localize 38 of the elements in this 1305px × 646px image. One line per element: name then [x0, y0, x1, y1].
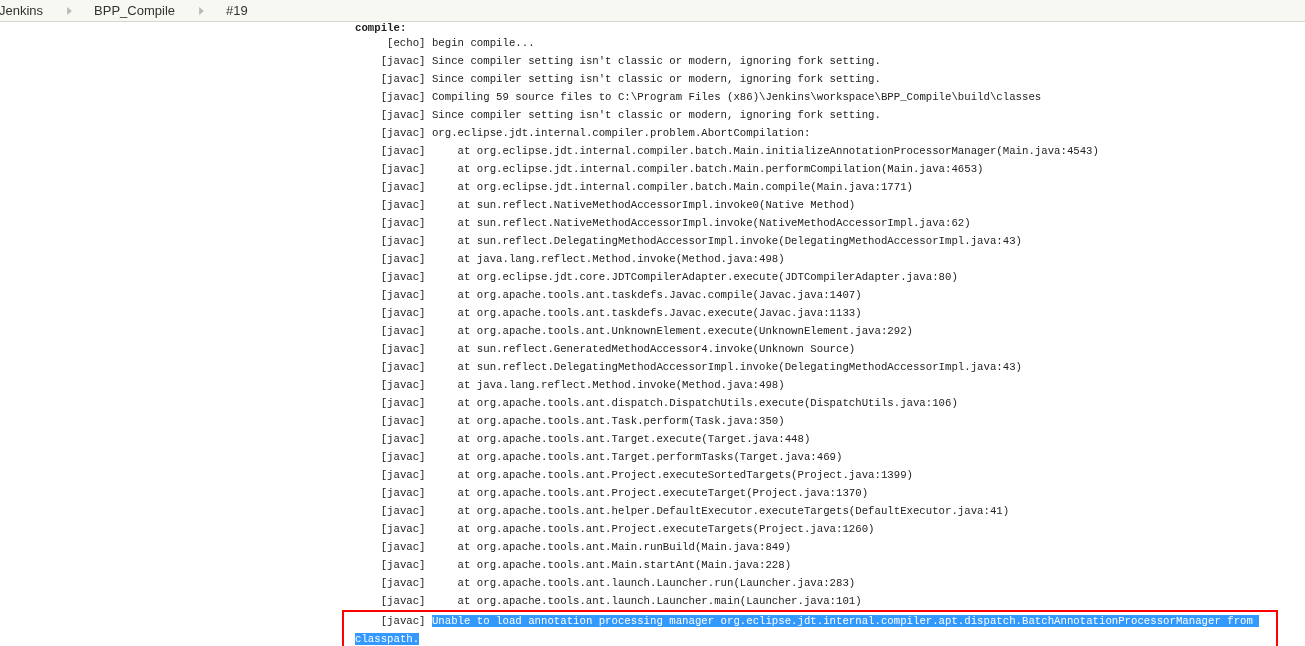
log-line: [javac] org.eclipse.jdt.internal.compiler.problem.AbortCompilation:	[379, 126, 812, 141]
log-line: [javac] at sun.reflect.GeneratedMethodAccessor4.invoke(Unknown Source)	[379, 342, 857, 357]
log-heading: compile:	[355, 22, 408, 34]
log-line: [javac] at org.apache.tools.ant.dispatch.DispatchUtils.execute(DispatchUtils.java:106)	[379, 396, 959, 411]
breadcrumb-link[interactable]: Jenkins	[0, 3, 44, 18]
log-line: [javac] at java.lang.reflect.Method.invoke(Method.java:498)	[379, 378, 786, 393]
log-line: [javac] at org.apache.tools.ant.launch.Launcher.run(Launcher.java:283)	[379, 576, 857, 591]
log-line: [javac] at org.apache.tools.ant.UnknownElement.execute(UnknownElement.java:292)	[379, 324, 914, 339]
breadcrumb-link[interactable]: #19	[226, 3, 248, 18]
log-line: [javac] Compiling 59 source files to C:\Program Files (x86)\Jenkins\workspace\BPP_Compile\build\classes	[379, 90, 1043, 105]
log-line: [javac] at org.apache.tools.ant.Project.executeSortedTargets(Project.java:1399)	[379, 468, 914, 483]
chevron-icon	[67, 6, 73, 15]
log-line: [javac] at org.apache.tools.ant.taskdefs.Javac.execute(Javac.java:1133)	[379, 306, 863, 321]
log-line: [javac] Since compiler setting isn't classic or modern, ignoring fork setting.	[379, 72, 882, 87]
log-line: [javac] at org.apache.tools.ant.Task.perform(Task.java:350)	[379, 414, 786, 429]
breadcrumb-link[interactable]: BPP_Compile	[94, 3, 175, 18]
log-line: [javac] at org.apache.tools.ant.Main.startAnt(Main.java:228)	[379, 558, 793, 573]
log-line: [echo] begin compile...	[386, 36, 536, 51]
log-line: [javac] Since compiler setting isn't classic or modern, ignoring fork setting.	[379, 108, 882, 123]
log-line: [javac] at org.eclipse.jdt.internal.compiler.batch.Main.compile(Main.java:1771)	[379, 180, 914, 195]
log-line: [javac] at org.apache.tools.ant.taskdefs.Javac.compile(Javac.java:1407)	[379, 288, 863, 303]
chevron-icon	[199, 6, 204, 15]
log-line: [javac] at org.apache.tools.ant.helper.DefaultExecutor.executeTargets(DefaultExecutor.java:41)	[379, 504, 1011, 519]
log-line: [javac] Since compiler setting isn't classic or modern, ignoring fork setting.	[379, 54, 882, 69]
log-line: [javac] at org.apache.tools.ant.Target.execute(Target.java:448)	[379, 432, 812, 447]
log-line: [javac] at org.eclipse.jdt.core.JDTCompilerAdapter.execute(JDTCompilerAdapter.java:80)	[379, 270, 959, 285]
log-line: [javac] at sun.reflect.DelegatingMethodAccessorImpl.invoke(DelegatingMethodAccessorImpl.java:43)	[379, 360, 1023, 375]
log-line: [javac] at sun.reflect.DelegatingMethodAccessorImpl.invoke(DelegatingMethodAccessorImpl.java:43)	[379, 234, 1023, 249]
log-line: [javac] at sun.reflect.NativeMethodAccessorImpl.invoke(NativeMethodAccessorImpl.java:62)	[379, 216, 972, 231]
log-line: [javac] at org.apache.tools.ant.Project.executeTargets(Project.java:1260)	[379, 522, 876, 537]
log-line: [javac] at org.eclipse.jdt.internal.compiler.batch.Main.initializeAnnotationProcessorManager(Main.java:4543)	[379, 144, 1100, 159]
log-line: [javac] at sun.reflect.NativeMethodAccessorImpl.invoke0(Native Method)	[379, 198, 857, 213]
log-line: [javac] at org.apache.tools.ant.Main.runBuild(Main.java:849)	[379, 540, 793, 555]
log-line: [javac] at org.apache.tools.ant.Project.executeTarget(Project.java:1370)	[379, 486, 870, 501]
log-line: [javac] at org.apache.tools.ant.launch.Launcher.main(Launcher.java:101)	[379, 594, 863, 609]
log-line: [javac] at java.lang.reflect.Method.invoke(Method.java:498)	[379, 252, 786, 267]
log-line: [javac] at org.apache.tools.ant.Target.performTasks(Target.java:469)	[379, 450, 844, 465]
log-line: [javac] at org.eclipse.jdt.internal.compiler.batch.Main.performCompilation(Main.java:4653)	[379, 162, 985, 177]
